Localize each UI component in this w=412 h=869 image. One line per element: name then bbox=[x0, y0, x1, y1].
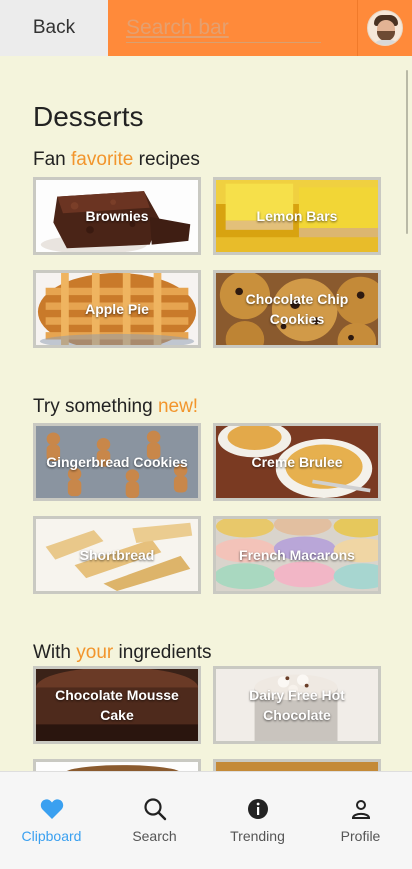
heart-icon bbox=[39, 796, 65, 822]
recipe-card-french-macarons[interactable]: French Macarons bbox=[213, 516, 381, 594]
recipe-card-dairy-free-hot-chocolate[interactable]: Dairy Free Hot Chocolate bbox=[213, 666, 381, 744]
bottom-nav: Clipboard Search Trending Profile bbox=[0, 771, 412, 869]
page-title: Desserts bbox=[33, 101, 144, 132]
recipe-card-label: Apple Pie bbox=[85, 301, 149, 317]
person-icon bbox=[348, 796, 374, 822]
recipe-card-creme-brulee[interactable]: Creme Brulee bbox=[213, 423, 381, 501]
section-title-ingredients: With your ingredients bbox=[33, 642, 212, 663]
recipe-card-label: Brownies bbox=[85, 208, 149, 224]
nav-search[interactable]: Search bbox=[103, 772, 206, 869]
recipe-card-apple-pie[interactable]: Apple Pie bbox=[33, 270, 201, 348]
recipe-card-chocolate-mousse-cake[interactable]: Chocolate Mousse Cake bbox=[33, 666, 201, 744]
search-icon bbox=[142, 796, 168, 822]
recipe-card-shortbread[interactable]: Shortbread bbox=[33, 516, 201, 594]
info-icon bbox=[245, 796, 271, 822]
nav-label: Search bbox=[132, 828, 177, 844]
recipe-card-label: French Macarons bbox=[239, 547, 355, 563]
back-button[interactable]: Back bbox=[0, 0, 108, 56]
section-title-favorites: Fan favorite recipes bbox=[33, 149, 200, 170]
top-bar: Back bbox=[0, 0, 412, 56]
recipe-card-label: Gingerbread Cookies bbox=[46, 454, 188, 470]
avatar[interactable] bbox=[367, 10, 403, 46]
nav-profile[interactable]: Profile bbox=[309, 772, 412, 869]
scrollbar[interactable] bbox=[406, 70, 408, 234]
nav-label: Clipboard bbox=[21, 828, 82, 844]
recipe-card-chocolate-chip-cookies[interactable]: Chocolate Chip Cookies bbox=[213, 270, 381, 348]
search-bar bbox=[108, 0, 358, 56]
recipe-card-label: Chocolate Mousse Cake bbox=[55, 687, 179, 723]
section-title-new: Try something new! bbox=[33, 396, 199, 417]
nav-label: Profile bbox=[340, 828, 381, 844]
avatar-container[interactable] bbox=[358, 0, 412, 56]
recipe-card-label: Dairy Free Hot Chocolate bbox=[249, 687, 345, 723]
recipe-card-lemon-bars[interactable]: Lemon Bars bbox=[213, 177, 381, 255]
nav-label: Trending bbox=[230, 828, 285, 844]
recipe-card-label: Creme Brulee bbox=[251, 454, 343, 470]
recipe-card-label: Shortbread bbox=[79, 547, 155, 563]
recipe-card-label: Lemon Bars bbox=[256, 208, 338, 224]
recipe-card-brownies[interactable]: Brownies bbox=[33, 177, 201, 255]
search-input[interactable] bbox=[126, 13, 321, 43]
recipe-card-gingerbread-cookies[interactable]: Gingerbread Cookies bbox=[33, 423, 201, 501]
nav-trending[interactable]: Trending bbox=[206, 772, 309, 869]
recipe-card-label: Chocolate Chip Cookies bbox=[245, 291, 349, 327]
nav-clipboard[interactable]: Clipboard bbox=[0, 772, 103, 869]
